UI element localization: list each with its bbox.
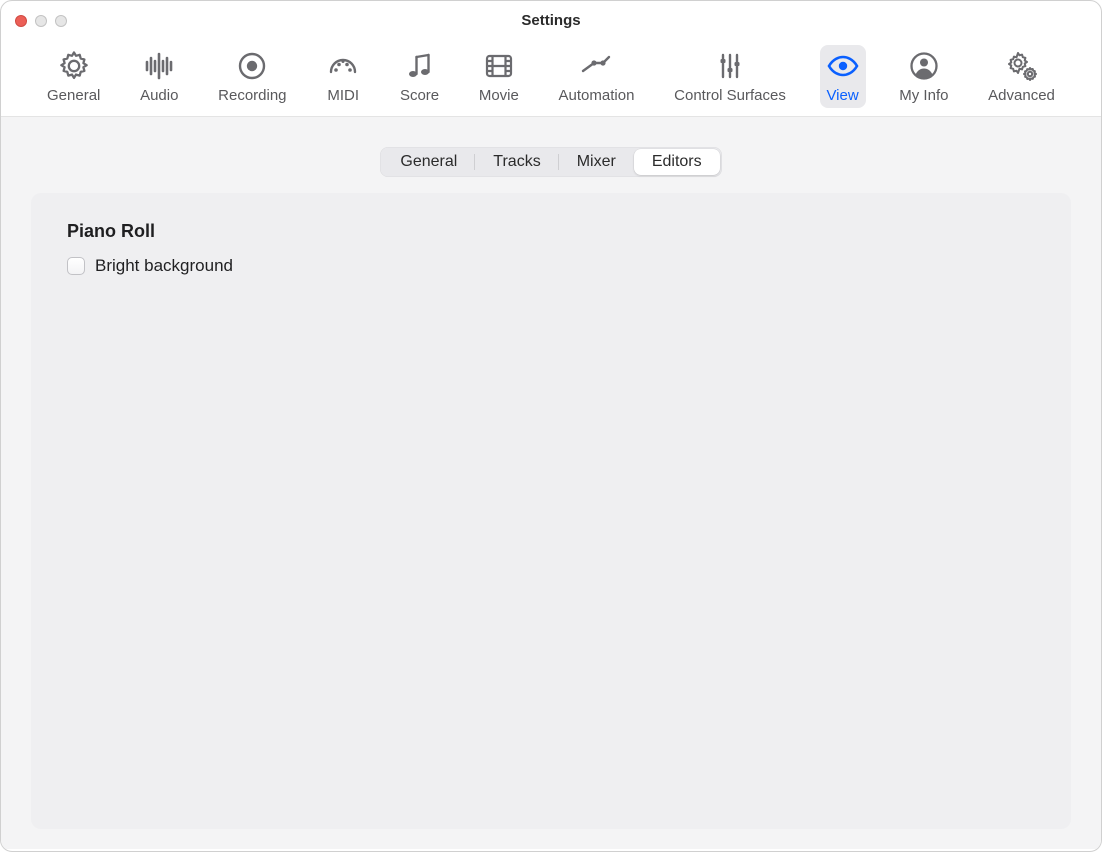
person-circle-icon: [907, 49, 941, 83]
tab-mixer[interactable]: Mixer: [559, 149, 634, 175]
toolbar-item-view[interactable]: View: [820, 45, 866, 108]
toolbar-label: Movie: [479, 87, 519, 104]
toolbar-item-automation[interactable]: Automation: [553, 45, 641, 108]
automation-icon: [579, 49, 613, 83]
gears-icon: [1005, 49, 1039, 83]
toolbar-label: Control Surfaces: [674, 87, 786, 104]
window-title: Settings: [521, 12, 580, 29]
toolbar-label: Score: [400, 87, 439, 104]
toolbar-item-midi[interactable]: MIDI: [320, 45, 366, 108]
music-notes-icon: [403, 49, 437, 83]
window-controls: [15, 15, 67, 27]
settings-window: Settings General: [0, 0, 1102, 852]
section-title-piano-roll: Piano Roll: [67, 221, 1035, 242]
checkbox-label: Bright background: [95, 256, 233, 276]
toolbar-label: General: [47, 87, 100, 104]
minimize-window-button[interactable]: [35, 15, 47, 27]
waveform-icon: [142, 49, 176, 83]
preferences-toolbar: General Audio: [1, 39, 1101, 117]
toolbar-label: Recording: [218, 87, 286, 104]
toolbar-label: MIDI: [327, 87, 359, 104]
close-window-button[interactable]: [15, 15, 27, 27]
toolbar-label: Advanced: [988, 87, 1055, 104]
checkbox-bright-background[interactable]: [67, 257, 85, 275]
segmented-control: General Tracks Mixer Editors: [380, 147, 721, 177]
sliders-icon: [713, 49, 747, 83]
toolbar-item-score[interactable]: Score: [394, 45, 445, 108]
toolbar-item-recording[interactable]: Recording: [212, 45, 292, 108]
option-bright-background[interactable]: Bright background: [67, 256, 1035, 276]
zoom-window-button[interactable]: [55, 15, 67, 27]
eye-icon: [826, 49, 860, 83]
tab-tracks[interactable]: Tracks: [475, 149, 558, 175]
gear-icon: [57, 49, 91, 83]
editors-panel: Piano Roll Bright background: [31, 193, 1071, 829]
view-tabs: General Tracks Mixer Editors: [7, 117, 1095, 193]
toolbar-item-movie[interactable]: Movie: [473, 45, 525, 108]
toolbar-label: My Info: [899, 87, 948, 104]
toolbar-item-control-surfaces[interactable]: Control Surfaces: [668, 45, 792, 108]
toolbar-item-general[interactable]: General: [41, 45, 106, 108]
midi-icon: [326, 49, 360, 83]
record-icon: [235, 49, 269, 83]
toolbar-label: Automation: [559, 87, 635, 104]
film-icon: [482, 49, 516, 83]
tab-editors[interactable]: Editors: [634, 149, 720, 175]
toolbar-item-my-info[interactable]: My Info: [893, 45, 954, 108]
toolbar-item-audio[interactable]: Audio: [134, 45, 184, 108]
tab-general[interactable]: General: [382, 149, 475, 175]
content-area: General Tracks Mixer Editors Piano Roll …: [1, 117, 1101, 849]
toolbar-label: View: [826, 87, 858, 104]
titlebar: Settings: [1, 1, 1101, 39]
toolbar-item-advanced[interactable]: Advanced: [982, 45, 1061, 108]
toolbar-label: Audio: [140, 87, 178, 104]
